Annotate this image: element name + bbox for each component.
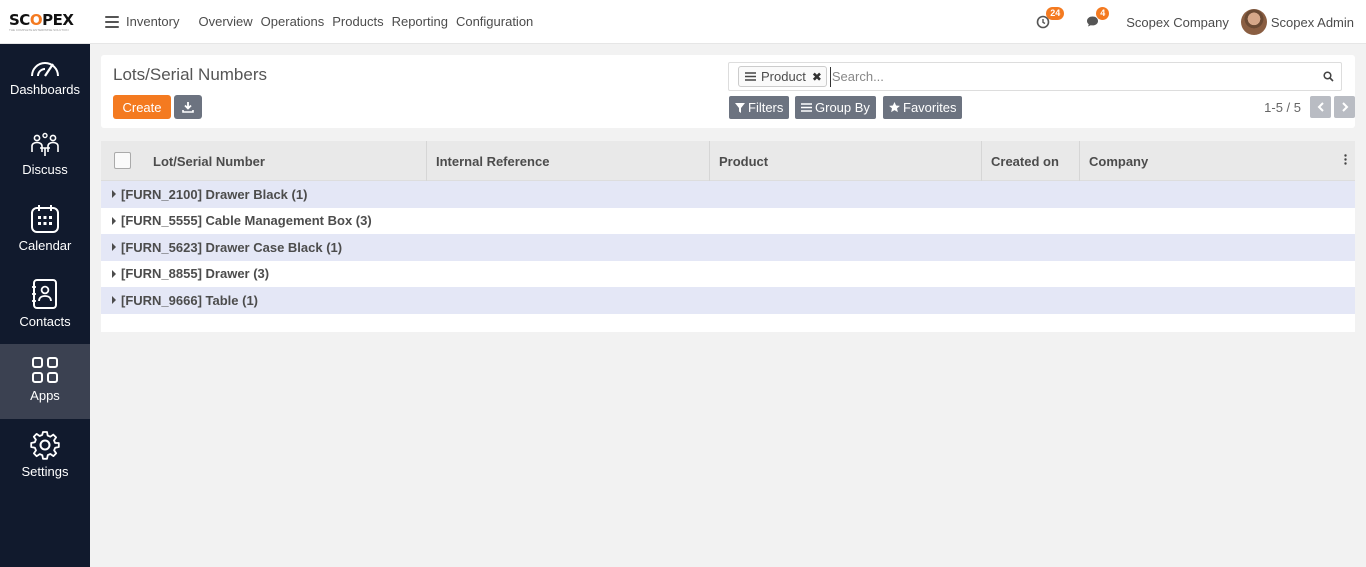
pager-value[interactable]: 1-5 / 5 (1264, 100, 1301, 115)
app-name[interactable]: Inventory (126, 14, 179, 29)
sidebar-item-contacts[interactable]: Contacts (0, 278, 90, 338)
systray: 24 4 Scopex Company Scopex Admin (1036, 0, 1354, 44)
sidebar-item-apps[interactable]: Apps (0, 344, 90, 419)
messaging-menu[interactable]: 4 (1086, 7, 1110, 29)
search-facet-groupby: Product ✖ (738, 66, 827, 87)
sidebar-item-label: Dashboards (9, 82, 81, 97)
group-label: [FURN_2100] Drawer Black (1) (121, 186, 308, 202)
pager-previous-button[interactable] (1310, 96, 1331, 118)
search-icon[interactable] (1323, 71, 1334, 82)
filters-button[interactable]: Filters (729, 96, 790, 119)
pager-next-button[interactable] (1334, 96, 1355, 118)
column-created-on[interactable]: Created on (982, 141, 1080, 181)
sidebar-item-label: Discuss (22, 162, 68, 177)
sidebar-item-calendar[interactable]: Calendar (0, 204, 90, 264)
column-label: Company (1089, 153, 1149, 169)
page-title: Lots/Serial Numbers (113, 65, 268, 84)
list-icon (801, 103, 812, 112)
group-row[interactable]: [FURN_8855] Drawer (3) (101, 260, 1355, 287)
pager: 1-5 / 5 (1264, 96, 1355, 118)
sidebar-item-dashboards[interactable]: Dashboards (0, 58, 90, 114)
groupby-label: Group By (815, 100, 870, 115)
facet-value: Product (761, 69, 806, 84)
chevron-left-icon (1317, 102, 1324, 112)
menu-overview[interactable]: Overview (198, 14, 252, 29)
create-button[interactable]: Create (113, 95, 171, 119)
favorites-label: Favorites (903, 100, 957, 115)
sidebar-item-discuss[interactable]: Discuss (0, 132, 90, 192)
menu-reporting[interactable]: Reporting (392, 14, 448, 29)
people-discussion-icon (31, 132, 59, 156)
column-label: Product (719, 153, 769, 169)
search-bar: Product ✖ (728, 62, 1342, 91)
address-book-icon (32, 279, 57, 309)
filter-icon (735, 102, 745, 113)
column-product[interactable]: Product (710, 141, 982, 181)
groupby-button[interactable]: Group By (795, 96, 876, 119)
activity-count-badge: 24 (1046, 7, 1065, 20)
speedometer-icon (31, 62, 59, 77)
search-input[interactable] (829, 66, 1310, 87)
group-label: [FURN_5623] Drawer Case Black (1) (121, 239, 343, 255)
user-avatar[interactable] (1240, 9, 1267, 35)
table-header: Lot/Serial Number Internal Reference Pro… (101, 141, 1355, 181)
group-row[interactable]: [FURN_2100] Drawer Black (1) (101, 181, 1355, 208)
chevron-right-icon (1341, 102, 1348, 112)
group-label: [FURN_8855] Drawer (3) (121, 266, 270, 282)
top-navbar: SCOPEX THE COMPLETE ENTERPRISE SOLUTION … (0, 0, 1366, 44)
column-label: Created on (991, 153, 1059, 169)
optional-columns-icon[interactable] (1344, 154, 1347, 165)
sidebar-item-label: Apps (30, 388, 60, 403)
export-button[interactable] (174, 95, 202, 119)
column-label: Internal Reference (436, 153, 550, 169)
group-row[interactable]: [FURN_5555] Cable Management Box (3) (101, 207, 1355, 234)
caret-right-icon (112, 269, 116, 278)
control-panel: Lots/Serial Numbers Create Product ✖ Fil… (101, 55, 1355, 128)
gear-icon (30, 431, 60, 460)
facet-remove-icon[interactable]: ✖ (812, 70, 822, 84)
caret-right-icon (112, 243, 116, 252)
menu-products[interactable]: Products (332, 14, 383, 29)
calendar-icon (31, 205, 59, 233)
download-icon (182, 102, 194, 113)
main-menu: Overview Operations Products Reporting C… (198, 14, 541, 29)
sidebar: Dashboards Discuss Calendar Contacts App… (0, 44, 90, 567)
menu-configuration[interactable]: Configuration (456, 14, 533, 29)
sidebar-item-label: Settings (21, 464, 69, 479)
filters-label: Filters (748, 100, 784, 115)
select-all-checkbox[interactable] (114, 152, 131, 169)
user-menu[interactable]: Scopex Admin (1271, 15, 1354, 30)
activity-menu[interactable]: 24 (1036, 7, 1065, 29)
message-count-badge: 4 (1096, 7, 1110, 20)
column-internal-reference[interactable]: Internal Reference (427, 141, 710, 181)
menu-operations[interactable]: Operations (261, 14, 325, 29)
favorites-button[interactable]: Favorites (883, 96, 963, 119)
caret-right-icon (112, 190, 116, 199)
logo-tagline: THE COMPLETE ENTERPRISE SOLUTION (9, 27, 69, 32)
caret-right-icon (112, 216, 116, 225)
hamburger-menu-icon[interactable] (105, 15, 119, 28)
sidebar-item-label: Calendar (18, 238, 72, 253)
table-footer (101, 313, 1355, 332)
group-row[interactable]: [FURN_5623] Drawer Case Black (1) (101, 234, 1355, 261)
column-company[interactable]: Company (1080, 141, 1355, 181)
column-label: Lot/Serial Number (153, 153, 265, 169)
scopex-logo[interactable]: SCOPEX THE COMPLETE ENTERPRISE SOLUTION (0, 0, 90, 44)
caret-right-icon (112, 296, 116, 305)
list-icon (745, 72, 756, 81)
group-row[interactable]: [FURN_9666] Table (1) (101, 287, 1355, 314)
company-switcher[interactable]: Scopex Company (1126, 15, 1229, 30)
logo-wordmark: SCOPEX (9, 10, 74, 29)
group-label: [FURN_9666] Table (1) (121, 292, 259, 308)
list-view: Lot/Serial Number Internal Reference Pro… (101, 141, 1355, 332)
star-icon (889, 102, 900, 113)
group-label: [FURN_5555] Cable Management Box (3) (121, 213, 372, 229)
grid-icon (32, 357, 58, 383)
sidebar-item-settings[interactable]: Settings (0, 430, 90, 490)
sidebar-item-label: Contacts (19, 314, 71, 329)
column-lot-serial-number[interactable]: Lot/Serial Number (101, 141, 427, 181)
